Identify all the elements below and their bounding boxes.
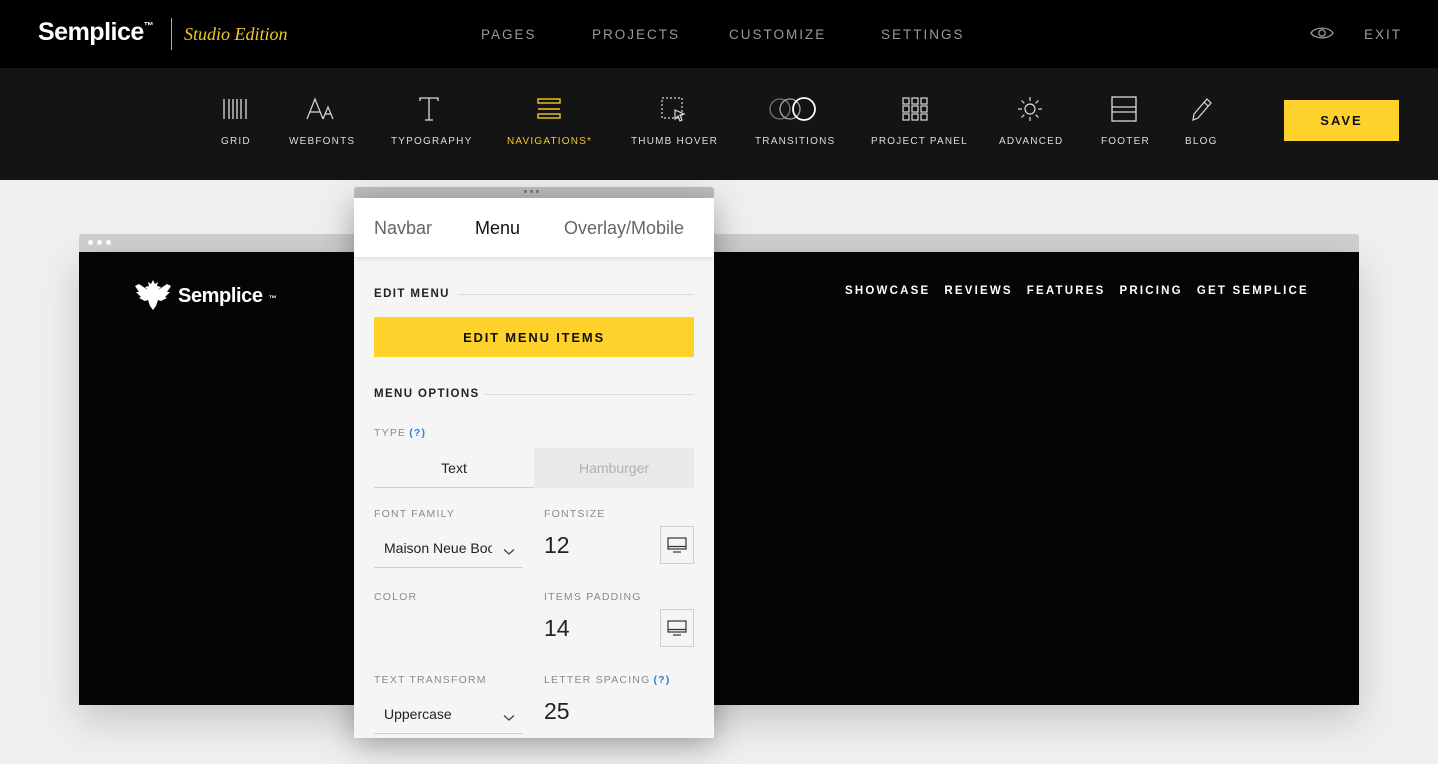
type-help-link[interactable]: (?) bbox=[409, 427, 426, 439]
tool-label: TYPOGRAPHY bbox=[391, 136, 473, 147]
font-family-select[interactable]: Maison Neue Book bbox=[374, 528, 523, 568]
edition-label: Studio Edition bbox=[184, 24, 288, 44]
project-panel-icon bbox=[871, 94, 959, 124]
fontsize-label: FONTSIZE bbox=[544, 508, 606, 520]
brand-divider bbox=[171, 18, 172, 50]
edit-menu-heading: EDIT MENU bbox=[374, 288, 450, 300]
fontsize-input[interactable]: 12 bbox=[544, 532, 570, 559]
letter-spacing-label: LETTER SPACING (?) bbox=[544, 674, 670, 686]
save-button[interactable]: SAVE bbox=[1284, 100, 1399, 141]
tab-overlay-mobile[interactable]: Overlay/Mobile bbox=[564, 218, 684, 239]
tool-thumb-hover[interactable]: THUMB HOVER bbox=[631, 94, 719, 147]
thumb-hover-icon bbox=[631, 94, 715, 124]
tool-advanced[interactable]: ADVANCED bbox=[999, 94, 1064, 147]
items-padding-label: ITEMS PADDING bbox=[544, 591, 642, 603]
chevron-down-icon bbox=[503, 543, 515, 559]
menu-item-pricing[interactable]: PRICING bbox=[1120, 285, 1183, 297]
tool-label: FOOTER bbox=[1101, 136, 1150, 147]
brand-name: Semplice bbox=[38, 18, 144, 46]
letter-spacing-input[interactable]: 25 bbox=[544, 698, 570, 725]
tab-menu[interactable]: Menu bbox=[475, 218, 520, 239]
tool-label: WEBFONTS bbox=[289, 136, 356, 147]
font-family-label: FONT FAMILY bbox=[374, 508, 456, 520]
menu-item-showcase[interactable]: SHOWCASE bbox=[845, 285, 930, 297]
nav-pages[interactable]: PAGES bbox=[481, 27, 537, 42]
top-bar: Semplice™ Studio Edition PAGES PROJECTS … bbox=[0, 0, 1438, 68]
type-label-text: TYPE bbox=[374, 427, 407, 439]
nav-projects[interactable]: PROJECTS bbox=[592, 27, 680, 42]
tool-navigations[interactable]: NAVIGATIONS* bbox=[507, 94, 591, 147]
footer-icon bbox=[1101, 94, 1146, 124]
brand-logo[interactable]: Semplice™ bbox=[38, 18, 154, 47]
type-option-hamburger[interactable]: Hamburger bbox=[534, 448, 694, 488]
panel-tabs: Navbar Menu Overlay/Mobile bbox=[354, 198, 714, 258]
menu-item-features[interactable]: FEATURES bbox=[1027, 285, 1106, 297]
eagle-icon bbox=[134, 276, 172, 316]
exit-link[interactable]: EXIT bbox=[1364, 27, 1402, 42]
site-logo-trademark: ™ bbox=[268, 293, 277, 303]
panel-drag-handle[interactable] bbox=[354, 187, 714, 198]
blog-icon bbox=[1185, 94, 1217, 124]
letter-spacing-label-text: LETTER SPACING bbox=[544, 674, 651, 686]
transitions-icon bbox=[755, 94, 831, 124]
tool-label: PROJECT PANEL bbox=[871, 136, 968, 147]
type-option-text[interactable]: Text bbox=[374, 448, 534, 488]
tool-label: NAVIGATIONS* bbox=[507, 136, 593, 147]
site-menu: SHOWCASE REVIEWS FEATURES PRICING GET SE… bbox=[845, 285, 1309, 297]
font-family-value: Maison Neue Book bbox=[384, 539, 492, 556]
nav-settings[interactable]: SETTINGS bbox=[881, 27, 965, 42]
tool-label: THUMB HOVER bbox=[631, 136, 719, 147]
desktop-icon[interactable] bbox=[660, 609, 694, 647]
customize-toolbar: GRID WEBFONTS TYPOGRAPHY NAVIGATIONS* TH… bbox=[0, 68, 1438, 180]
typography-icon bbox=[391, 94, 466, 124]
type-label: TYPE (?) bbox=[374, 427, 426, 439]
tab-navbar[interactable]: Navbar bbox=[374, 218, 432, 239]
tool-webfonts[interactable]: WEBFONTS bbox=[289, 94, 356, 147]
tool-typography[interactable]: TYPOGRAPHY bbox=[391, 94, 473, 147]
menu-item-get-semplice[interactable]: GET SEMPLICE bbox=[1197, 285, 1309, 297]
tool-project-panel[interactable]: PROJECT PANEL bbox=[871, 94, 968, 147]
tool-grid[interactable]: GRID bbox=[221, 94, 251, 147]
items-padding-input[interactable]: 14 bbox=[544, 615, 570, 642]
edit-menu-items-button[interactable]: EDIT MENU ITEMS bbox=[374, 317, 694, 357]
menu-options-heading: MENU OPTIONS bbox=[374, 388, 480, 400]
section-divider bbox=[458, 294, 694, 295]
site-logo[interactable]: Semplice ™ bbox=[134, 276, 277, 316]
menu-item-reviews[interactable]: REVIEWS bbox=[944, 285, 1012, 297]
text-transform-select[interactable]: Uppercase bbox=[374, 694, 523, 734]
brand-trademark: ™ bbox=[143, 21, 154, 32]
nav-customize[interactable]: CUSTOMIZE bbox=[729, 27, 826, 42]
text-transform-value: Uppercase bbox=[384, 705, 452, 722]
tool-label: TRANSITIONS bbox=[755, 136, 836, 147]
chevron-down-icon bbox=[503, 709, 515, 725]
section-divider bbox=[484, 394, 694, 395]
tool-label: BLOG bbox=[1185, 136, 1218, 147]
tool-label: GRID bbox=[221, 136, 251, 147]
tool-footer[interactable]: FOOTER bbox=[1101, 94, 1150, 147]
tool-blog[interactable]: BLOG bbox=[1185, 94, 1217, 147]
eye-icon[interactable] bbox=[1310, 25, 1334, 46]
color-label: COLOR bbox=[374, 591, 418, 603]
navigations-icon bbox=[507, 94, 591, 124]
desktop-icon[interactable] bbox=[660, 526, 694, 564]
site-logo-text: Semplice bbox=[178, 284, 263, 307]
navigation-settings-panel: Navbar Menu Overlay/Mobile EDIT MENU EDI… bbox=[354, 198, 714, 738]
site-preview bbox=[79, 252, 1359, 705]
advanced-icon bbox=[999, 94, 1061, 124]
webfonts-icon bbox=[289, 94, 351, 124]
tool-label: ADVANCED bbox=[999, 136, 1064, 147]
text-transform-label: TEXT TRANSFORM bbox=[374, 674, 487, 686]
tool-transitions[interactable]: TRANSITIONS bbox=[755, 94, 836, 147]
grid-icon bbox=[221, 94, 249, 124]
preview-window-chrome bbox=[79, 234, 1359, 252]
window-dots bbox=[88, 240, 111, 245]
letter-spacing-help-link[interactable]: (?) bbox=[653, 674, 670, 686]
